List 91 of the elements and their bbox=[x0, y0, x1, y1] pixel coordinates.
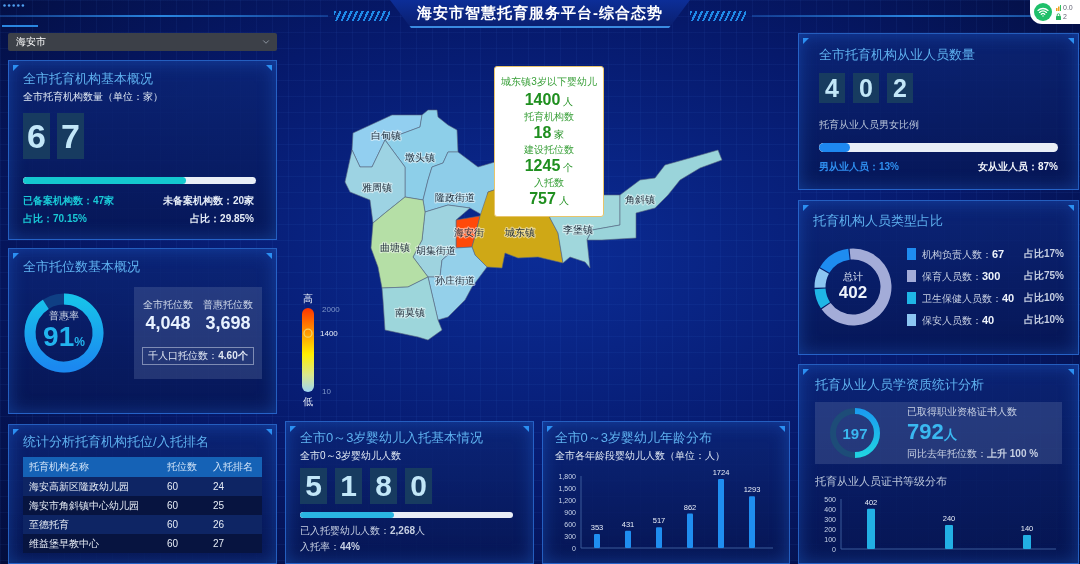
stat-label: 全市托位数 bbox=[143, 299, 193, 311]
rate-value: 91% bbox=[43, 321, 85, 354]
ring-label: 普惠率 bbox=[49, 309, 79, 322]
total-label: 总计 bbox=[843, 271, 863, 283]
tooltip-value: 18 家 bbox=[533, 124, 565, 143]
stat-text: 已备案机构数：47家 bbox=[23, 194, 115, 208]
digit-tile: 6 bbox=[23, 113, 50, 159]
region-label: 角斜镇 bbox=[625, 193, 655, 205]
total-value: 402 bbox=[838, 283, 868, 303]
table-cell-text: 至德托育 bbox=[28, 518, 70, 531]
stat-value: 3,698 bbox=[205, 313, 251, 333]
per-thousand-tag: 千人口托位数：4.60个 bbox=[142, 347, 254, 365]
cert-count: 792人 bbox=[907, 419, 958, 446]
digit-tile: 5 bbox=[300, 468, 327, 504]
stat-text: 占比：70.15% bbox=[23, 212, 87, 226]
legend-share: 占比10% bbox=[1024, 314, 1064, 326]
region-label: 孙庄街道 bbox=[435, 274, 475, 286]
digit-tile: 4 bbox=[819, 73, 845, 103]
tooltip-label: 入托数 bbox=[534, 177, 564, 189]
region-label: 胡集街道 bbox=[416, 244, 456, 256]
table-cell-text: 海安高新区隆政幼儿园 bbox=[28, 480, 130, 493]
table-cell-text: 27 bbox=[212, 537, 226, 550]
region-label: 城东镇 bbox=[505, 226, 535, 238]
panel-title: 全市托育机构基本概况 bbox=[23, 71, 154, 87]
stat-text: 占比：29.85% bbox=[190, 212, 254, 226]
region-label: 南莫镇 bbox=[395, 306, 425, 318]
stat-text: 未备案机构数：20家 bbox=[162, 194, 254, 208]
table-cell-text: 26 bbox=[212, 518, 226, 531]
region-label: 墩头镇 bbox=[405, 151, 435, 163]
column-header: 入托排名 bbox=[212, 461, 254, 473]
table-cell-text: 60 bbox=[166, 537, 180, 550]
tooltip-value: 1245 个 bbox=[524, 157, 574, 176]
female-ratio: 女从业人员：87% bbox=[978, 161, 1058, 173]
ratio-label: 托育从业人员男女比例 bbox=[819, 119, 920, 131]
panel-subtitle: 全市0～3岁婴幼儿人数 bbox=[300, 450, 403, 462]
cert-label: 已取得职业资格证书人数 bbox=[907, 406, 1018, 418]
panel-title: 统计分析托育机构托位/入托排名 bbox=[23, 434, 210, 450]
legend-share: 占比75% bbox=[1024, 270, 1064, 282]
stat-value: 4,048 bbox=[145, 313, 191, 333]
growth-text: 同比去年托位数：上升 100 % bbox=[907, 448, 1039, 460]
legend-text: 保安人员数：40 bbox=[922, 313, 996, 327]
male-ratio: 男从业人员：13% bbox=[819, 161, 899, 173]
digit-tile: 0 bbox=[853, 73, 879, 103]
ring-value: 197 bbox=[842, 424, 868, 442]
digit-tile: 2 bbox=[887, 73, 913, 103]
tooltip-value: 757 人 bbox=[529, 190, 569, 209]
scale-min-label: 10 bbox=[322, 387, 331, 396]
table-cell-text: 24 bbox=[212, 480, 226, 493]
dashboard-title: 海安市智慧托育服务平台-综合态势 bbox=[390, 0, 690, 28]
legend-text: 机构负责人数：67 bbox=[922, 247, 1006, 261]
table-cell-text: 60 bbox=[166, 480, 180, 493]
enrollment-rate: 入托率：44% bbox=[300, 540, 361, 554]
scale-low-label: 低 bbox=[303, 396, 313, 407]
digit-tile: 0 bbox=[405, 468, 432, 504]
panel-title: 托育从业人员学资质统计分析 bbox=[815, 377, 985, 393]
scale-max-label: 2000 bbox=[322, 305, 340, 314]
scale-reading: 1400 bbox=[320, 329, 338, 339]
tooltip-label: 建设托位数 bbox=[524, 144, 574, 156]
panel-title: 全市0～3岁婴幼儿年龄分布 bbox=[554, 430, 713, 446]
table-cell-text: 维益堡早教中心 bbox=[28, 537, 100, 550]
panel-title: 全市托育机构从业人员数量 bbox=[819, 47, 976, 63]
panel-subtitle: 全市各年龄段婴幼儿人数（单位：人） bbox=[554, 450, 726, 462]
table-cell-text: 25 bbox=[212, 499, 226, 512]
stat-label: 普惠托位数 bbox=[203, 299, 253, 311]
legend-text: 卫生保健人员数：40 bbox=[922, 291, 1016, 305]
legend-share: 占比17% bbox=[1024, 248, 1064, 260]
scale-high-label: 高 bbox=[303, 293, 313, 304]
table-cell-text: 60 bbox=[166, 499, 180, 512]
digit-tile: 7 bbox=[57, 113, 84, 159]
digit-tile: 1 bbox=[335, 468, 362, 504]
panel-title: 托育机构人员类型占比 bbox=[813, 213, 944, 229]
tooltip-value: 1400 人 bbox=[524, 91, 574, 110]
region-label: 白甸镇 bbox=[371, 129, 401, 141]
table-cell-text: 海安市角斜镇中心幼儿园 bbox=[28, 499, 140, 512]
legend-text: 保育人员数：300 bbox=[922, 269, 1002, 283]
table-cell-text: 60 bbox=[166, 518, 180, 531]
region-label: 隆政街道 bbox=[435, 191, 475, 203]
column-header: 托育机构名称 bbox=[28, 461, 90, 473]
region-label: 李堡镇 bbox=[563, 223, 593, 235]
enrolled-count: 已入托婴幼儿人数：2,268人 bbox=[300, 524, 427, 538]
chart-title: 托育从业人员证书等级分布 bbox=[815, 475, 948, 487]
region-label: 曲塘镇 bbox=[380, 241, 410, 253]
digit-tile: 8 bbox=[370, 468, 397, 504]
tooltip-title: 城东镇3岁以下婴幼儿 bbox=[501, 76, 597, 88]
column-header: 托位数 bbox=[166, 461, 198, 473]
tooltip-label: 托育机构数 bbox=[524, 111, 574, 123]
panel-title: 全市托位数基本概况 bbox=[23, 259, 141, 275]
panel-subtitle: 全市托育机构数量（单位：家） bbox=[23, 91, 164, 103]
panel-title: 全市0～3岁婴幼儿入托基本情况 bbox=[300, 430, 485, 446]
legend-share: 占比10% bbox=[1024, 292, 1064, 304]
region-label: 雅周镇 bbox=[362, 181, 392, 193]
